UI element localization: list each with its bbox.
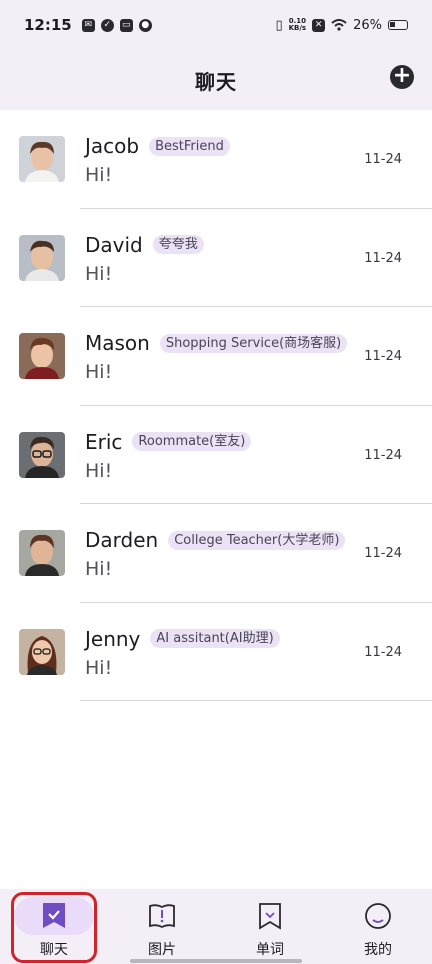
last-message: Hi! bbox=[85, 164, 113, 186]
battery-icon bbox=[388, 20, 408, 30]
contact-name: Jacob bbox=[85, 134, 140, 158]
contact-tag: 夸夸我 bbox=[152, 235, 204, 254]
profile-circle-icon bbox=[365, 903, 391, 929]
last-message: Hi! bbox=[85, 656, 113, 679]
contact-tag: BestFriend bbox=[149, 136, 230, 156]
image-book-icon bbox=[149, 904, 175, 929]
avatar[interactable] bbox=[19, 333, 65, 379]
contact-name: David bbox=[85, 232, 143, 257]
divider bbox=[80, 700, 432, 701]
contact-name: Darden bbox=[85, 528, 159, 552]
contact-tag: College Teacher(大学老师) bbox=[168, 530, 346, 550]
chat-date: 11-24 bbox=[364, 546, 402, 561]
contact-name: Eric bbox=[85, 429, 123, 454]
check-notification-icon: ✓ bbox=[100, 18, 114, 32]
chat-date: 11-24 bbox=[364, 349, 402, 364]
tab-label: 我的 bbox=[364, 942, 392, 958]
network-speed: 0.10 KB/s bbox=[289, 18, 306, 32]
chat-date: 11-24 bbox=[364, 644, 402, 660]
chat-date: 11-24 bbox=[364, 447, 402, 463]
contact-tag: Roommate(室友) bbox=[132, 432, 252, 451]
chat-item-mason[interactable]: Mason Shopping Service(商场客服) Hi! 11-24 bbox=[0, 307, 432, 406]
chat-item-darden[interactable]: Darden College Teacher(大学老师) Hi! 11-24 bbox=[0, 504, 432, 603]
status-bar: 12:15 ✉ ✓ ▭ ● ▯ 0.10 KB/s ✕ 26% bbox=[0, 0, 432, 50]
avatar[interactable] bbox=[19, 431, 65, 478]
chat-item-jacob[interactable]: Jacob BestFriend Hi! 11-24 bbox=[0, 110, 432, 209]
chat-date: 11-24 bbox=[364, 250, 402, 266]
tab-words[interactable]: 单词 bbox=[216, 889, 324, 964]
contact-name: Mason bbox=[85, 331, 150, 355]
tab-label: 图片 bbox=[148, 942, 176, 958]
tab-images[interactable]: 图片 bbox=[108, 889, 216, 964]
tab-me[interactable]: 我的 bbox=[324, 889, 432, 964]
word-bookmark-icon bbox=[259, 903, 281, 930]
avatar[interactable] bbox=[19, 530, 65, 576]
contact-tag: AI assitant(AI助理) bbox=[150, 629, 280, 648]
add-chat-button[interactable]: + bbox=[390, 65, 414, 89]
app-notification-icon: ▭ bbox=[119, 18, 133, 32]
vibrate-icon: ▯ bbox=[275, 17, 283, 33]
tab-label: 单词 bbox=[256, 942, 284, 958]
wechat-notification-icon: ● bbox=[138, 18, 152, 32]
app-header: 聊天 + bbox=[0, 50, 432, 110]
highlight-annotation bbox=[11, 892, 97, 963]
mail-notification-icon: ✉ bbox=[81, 18, 95, 32]
page-title: 聊天 bbox=[195, 69, 237, 94]
contact-name: Jenny bbox=[85, 626, 141, 651]
home-indicator[interactable] bbox=[130, 959, 302, 963]
last-message: Hi! bbox=[85, 262, 113, 285]
wifi-icon bbox=[331, 19, 347, 31]
battery-percent: 26% bbox=[353, 17, 382, 33]
contact-tag: Shopping Service(商场客服) bbox=[159, 333, 348, 353]
chat-item-jenny[interactable]: Jenny AI assitant(AI助理) Hi! 11-24 bbox=[0, 603, 432, 701]
chat-date: 11-24 bbox=[364, 152, 402, 167]
sim-off-icon: ✕ bbox=[312, 18, 326, 32]
chat-list: Jacob BestFriend Hi! 11-24 David 夸夸我 Hi!… bbox=[0, 110, 432, 701]
avatar[interactable] bbox=[19, 136, 65, 182]
chat-item-david[interactable]: David 夸夸我 Hi! 11-24 bbox=[0, 209, 432, 307]
status-time: 12:15 bbox=[24, 16, 72, 34]
chat-item-eric[interactable]: Eric Roommate(室友) Hi! 11-24 bbox=[0, 406, 432, 504]
avatar[interactable] bbox=[19, 628, 65, 675]
last-message: Hi! bbox=[85, 558, 113, 580]
last-message: Hi! bbox=[85, 459, 113, 482]
last-message: Hi! bbox=[85, 361, 113, 383]
avatar[interactable] bbox=[19, 234, 65, 281]
network-speed-unit: KB/s bbox=[288, 24, 307, 32]
plus-circle-icon: + bbox=[392, 63, 412, 88]
